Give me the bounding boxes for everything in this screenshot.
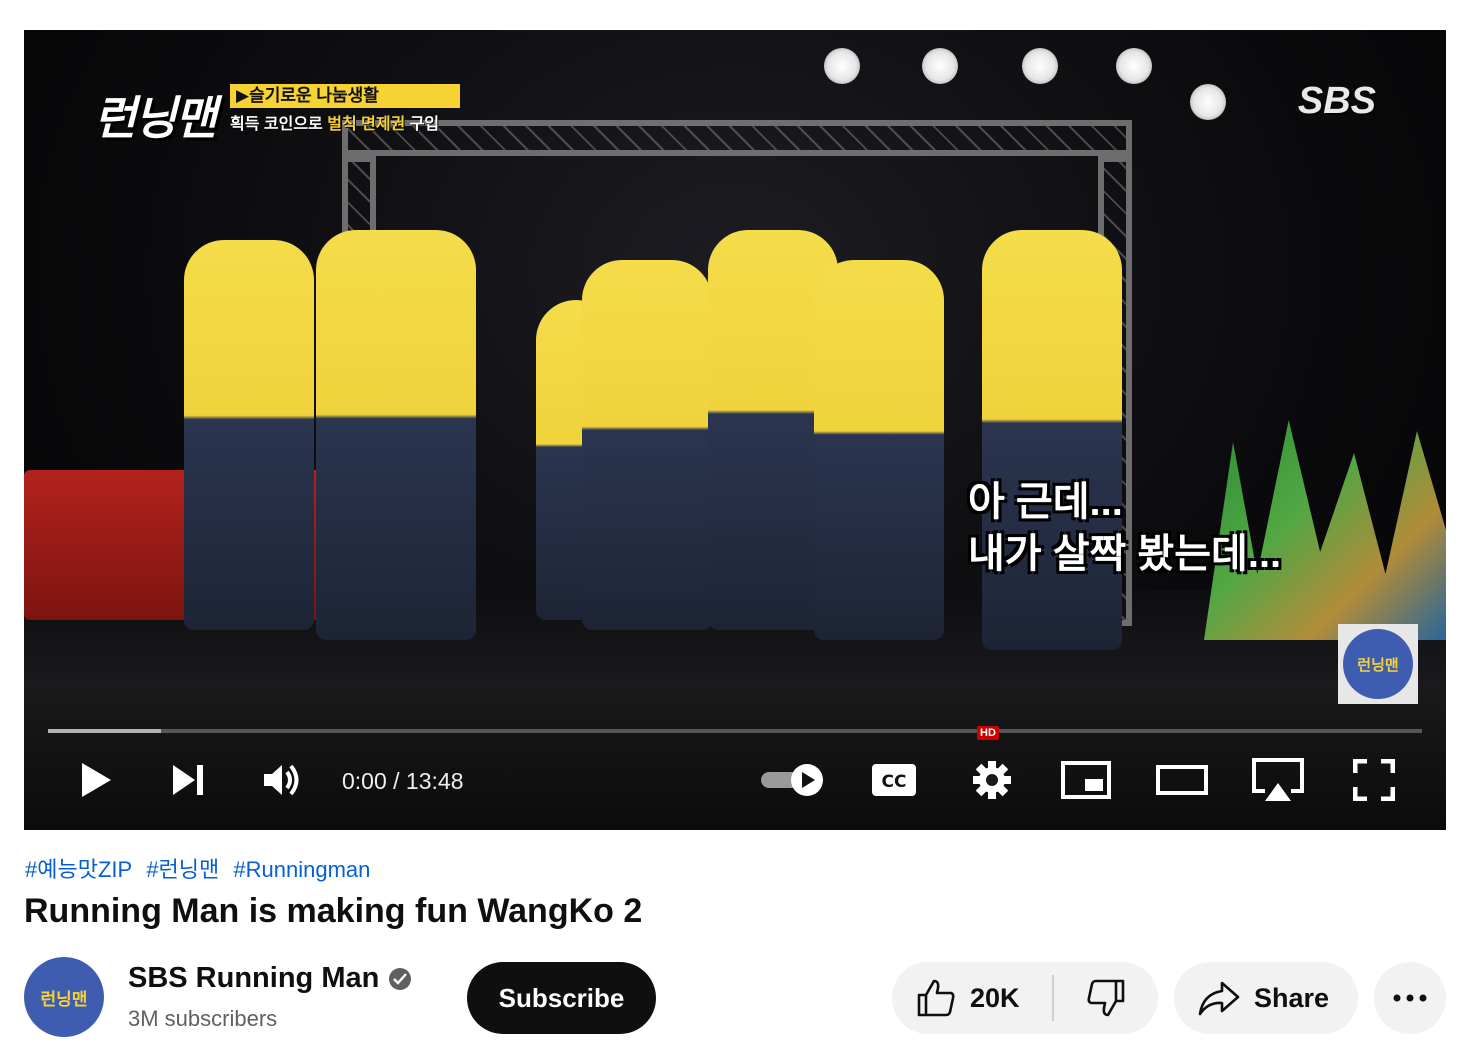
settings-icon [973, 761, 1011, 799]
miniplayer-button[interactable] [1058, 756, 1114, 804]
more-horizontal-icon [1393, 994, 1427, 1002]
next-icon [173, 765, 203, 795]
autoplay-icon [761, 764, 823, 796]
broadcaster-logo: SBS [1297, 80, 1376, 122]
like-dislike-group: 20K [892, 962, 1158, 1034]
channel-name-text[interactable]: SBS Running Man [128, 962, 379, 995]
share-label: Share [1254, 982, 1330, 1013]
video-title: Running Man is making fun WangKo 2 [24, 892, 643, 930]
channel-avatar[interactable]: 런닝맨 [24, 957, 104, 1037]
share-button[interactable]: Share [1174, 962, 1358, 1034]
cast-member [582, 260, 712, 630]
thumbs-down-icon [1087, 979, 1125, 1017]
subtitle-line: 내가 살짝 봤는데... [968, 532, 1282, 576]
thumbs-up-icon [917, 979, 955, 1017]
channel-watermark[interactable]: 런닝맨 [1338, 624, 1418, 704]
video-subtitle: 아 근데... 내가 살짝 봤는데... [968, 476, 1281, 580]
video-player[interactable]: 런닝맨 ▶슬기로운 나눔생활 획득 코인으로 벌칙 면제권 구입 SBS 아 근… [24, 30, 1446, 830]
play-icon [82, 763, 111, 797]
volume-button[interactable] [258, 756, 306, 804]
stage-light [1116, 48, 1152, 84]
captions-button[interactable]: CC [866, 756, 922, 804]
progress-bar[interactable] [48, 729, 1422, 733]
show-logo: 런닝맨 [94, 92, 217, 144]
episode-banner: ▶슬기로운 나눔생활 [230, 84, 460, 108]
settings-button[interactable] [964, 756, 1020, 804]
stage-light [1022, 48, 1058, 84]
hashtag-link[interactable]: #Runningman [233, 857, 370, 882]
cc-icon: CC [872, 764, 916, 796]
fullscreen-button[interactable] [1346, 756, 1402, 804]
hashtag-link[interactable]: #런닝맨 [146, 857, 219, 882]
stage-light [1190, 84, 1226, 120]
channel-name[interactable]: SBS Running Man [128, 962, 412, 995]
stage-light [922, 48, 958, 84]
share-icon [1198, 981, 1240, 1016]
volume-icon [264, 764, 299, 796]
airplay-icon [1252, 758, 1304, 801]
stage-truss [342, 120, 1132, 156]
cast-member [184, 240, 314, 630]
theater-mode-button[interactable] [1152, 756, 1212, 804]
hashtag-list: #예능맛ZIP #런닝맨 #Runningman [25, 852, 378, 884]
svg-text:CC: CC [882, 772, 907, 792]
autoplay-toggle[interactable] [758, 756, 828, 804]
video-frame: 런닝맨 ▶슬기로운 나눔생활 획득 코인으로 벌칙 면제권 구입 SBS 아 근… [24, 30, 1446, 830]
player-controls: 0:00 / 13:48 CC [24, 748, 1446, 814]
fullscreen-icon [1353, 759, 1395, 801]
next-button[interactable] [164, 756, 212, 804]
hashtag-link[interactable]: #예능맛ZIP [25, 857, 132, 882]
progress-buffered [48, 729, 161, 733]
subscriber-count: 3M subscribers [128, 1006, 278, 1031]
airplay-button[interactable] [1248, 756, 1308, 804]
more-actions-button[interactable] [1374, 962, 1446, 1034]
dislike-button[interactable] [1054, 962, 1158, 1034]
like-count: 20K [970, 982, 1020, 1013]
verified-icon [389, 967, 412, 990]
subscribe-button[interactable]: Subscribe [467, 962, 656, 1034]
subtitle-line: 아 근데... [968, 480, 1123, 524]
time-display: 0:00 / 13:48 [342, 768, 464, 794]
cast-member [982, 230, 1122, 650]
banner-highlight: 벌칙 면제권 [327, 116, 406, 133]
cast-member [814, 260, 944, 640]
miniplayer-icon [1061, 761, 1111, 799]
cast-member [316, 230, 476, 640]
like-button[interactable]: 20K [892, 962, 1052, 1034]
hd-badge: HD [977, 726, 999, 740]
play-button[interactable] [72, 756, 120, 804]
banner-text: 획득 코인으로 [230, 116, 328, 133]
episode-banner-sub: 획득 코인으로 벌칙 면제권 구입 [230, 110, 439, 134]
stage-light [824, 48, 860, 84]
watermark-logo: 런닝맨 [1343, 629, 1413, 699]
banner-text: 구입 [405, 116, 440, 133]
theater-icon [1156, 765, 1208, 795]
